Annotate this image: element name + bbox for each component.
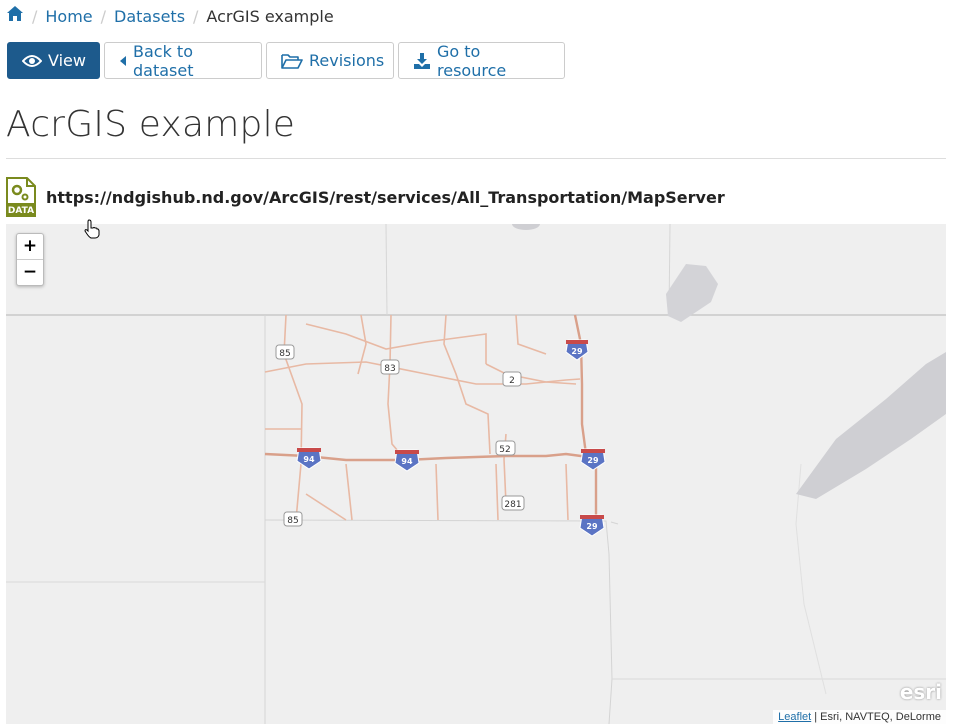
- go-to-resource-button[interactable]: Go to resource: [398, 41, 565, 80]
- leaflet-link[interactable]: Leaflet: [778, 711, 811, 723]
- interstate-shield: 29: [565, 339, 589, 361]
- back-to-dataset-button[interactable]: Back to dataset: [104, 41, 262, 80]
- zoom-out-button[interactable]: −: [17, 259, 43, 285]
- map-viewer[interactable]: 29 29 29 94 94 85 85 83 2 52 281 + − esr…: [6, 224, 946, 724]
- us52-shield-label: 52: [499, 445, 510, 455]
- map-shields: 29 29 29 94 94 85 85 83 2 52 281: [275, 339, 606, 537]
- us-route-shield: 85: [275, 344, 295, 360]
- attribution-text: | Esri, NAVTEQ, DeLorme: [811, 711, 941, 723]
- us-route-shield: 2: [502, 371, 522, 387]
- breadcrumb: / Home / Datasets / AcrGIS example: [6, 4, 334, 28]
- home-icon: [7, 6, 23, 21]
- resource-url: https://ndgishub.nd.gov/ArcGIS/rest/serv…: [46, 187, 725, 207]
- breadcrumb-separator: /: [100, 6, 107, 26]
- breadcrumb-home[interactable]: Home: [45, 7, 92, 26]
- revisions-button[interactable]: Revisions: [266, 42, 394, 79]
- interstate-shield: 29: [579, 514, 605, 537]
- map-attribution: Leaflet | Esri, NAVTEQ, DeLorme: [773, 710, 946, 724]
- data-icon-label: DATA: [8, 206, 34, 216]
- caret-left-icon: [120, 55, 126, 66]
- revisions-label: Revisions: [309, 51, 385, 70]
- i94-shield-label: 94: [303, 455, 315, 464]
- folder-open-icon: [281, 53, 303, 69]
- i94-shield-label: 94: [401, 457, 413, 466]
- us-route-shield: 52: [495, 440, 516, 456]
- interstate-shield: 94: [394, 449, 420, 472]
- i29-shield-label: 29: [571, 347, 583, 356]
- title-divider: [6, 158, 946, 159]
- us2-shield-label: 2: [509, 376, 515, 386]
- zoom-in-button[interactable]: +: [17, 234, 43, 259]
- eye-icon: [22, 54, 42, 67]
- us83-shield-label: 83: [384, 364, 395, 374]
- download-icon: [414, 52, 430, 69]
- breadcrumb-separator: /: [32, 6, 38, 26]
- breadcrumb-separator: /: [193, 6, 199, 26]
- breadcrumb-current: AcrGIS example: [206, 6, 334, 26]
- breadcrumb-datasets[interactable]: Datasets: [114, 7, 185, 26]
- pointer-cursor-icon: [84, 219, 100, 239]
- back-to-dataset-label: Back to dataset: [133, 41, 194, 80]
- us-route-shield: 85: [283, 511, 303, 527]
- us-route-shield: 83: [380, 359, 400, 375]
- us85-shield-label: 85: [279, 349, 290, 359]
- data-file-icon: DATA: [6, 177, 36, 217]
- us-route-shield: 281: [501, 495, 525, 511]
- page-title: AcrGIS example: [6, 104, 296, 145]
- i29-shield-label: 29: [587, 456, 599, 465]
- zoom-control: + −: [16, 233, 44, 286]
- us85-shield-label: 85: [287, 516, 298, 526]
- interstate-shield: 29: [580, 448, 606, 471]
- resource-toolbar: View Back to dataset Revisions Go to res…: [7, 41, 565, 80]
- view-button[interactable]: View: [7, 42, 100, 79]
- home-link[interactable]: [6, 5, 24, 27]
- interstate-shield: 94: [296, 447, 322, 470]
- us281-shield-label: 281: [504, 500, 521, 510]
- i29-shield-label: 29: [586, 522, 598, 531]
- resource-header: DATA https://ndgishub.nd.gov/ArcGIS/rest…: [6, 177, 725, 217]
- view-button-label: View: [48, 51, 86, 70]
- esri-logo: esri: [899, 680, 942, 704]
- go-to-resource-label: Go to resource: [437, 41, 507, 80]
